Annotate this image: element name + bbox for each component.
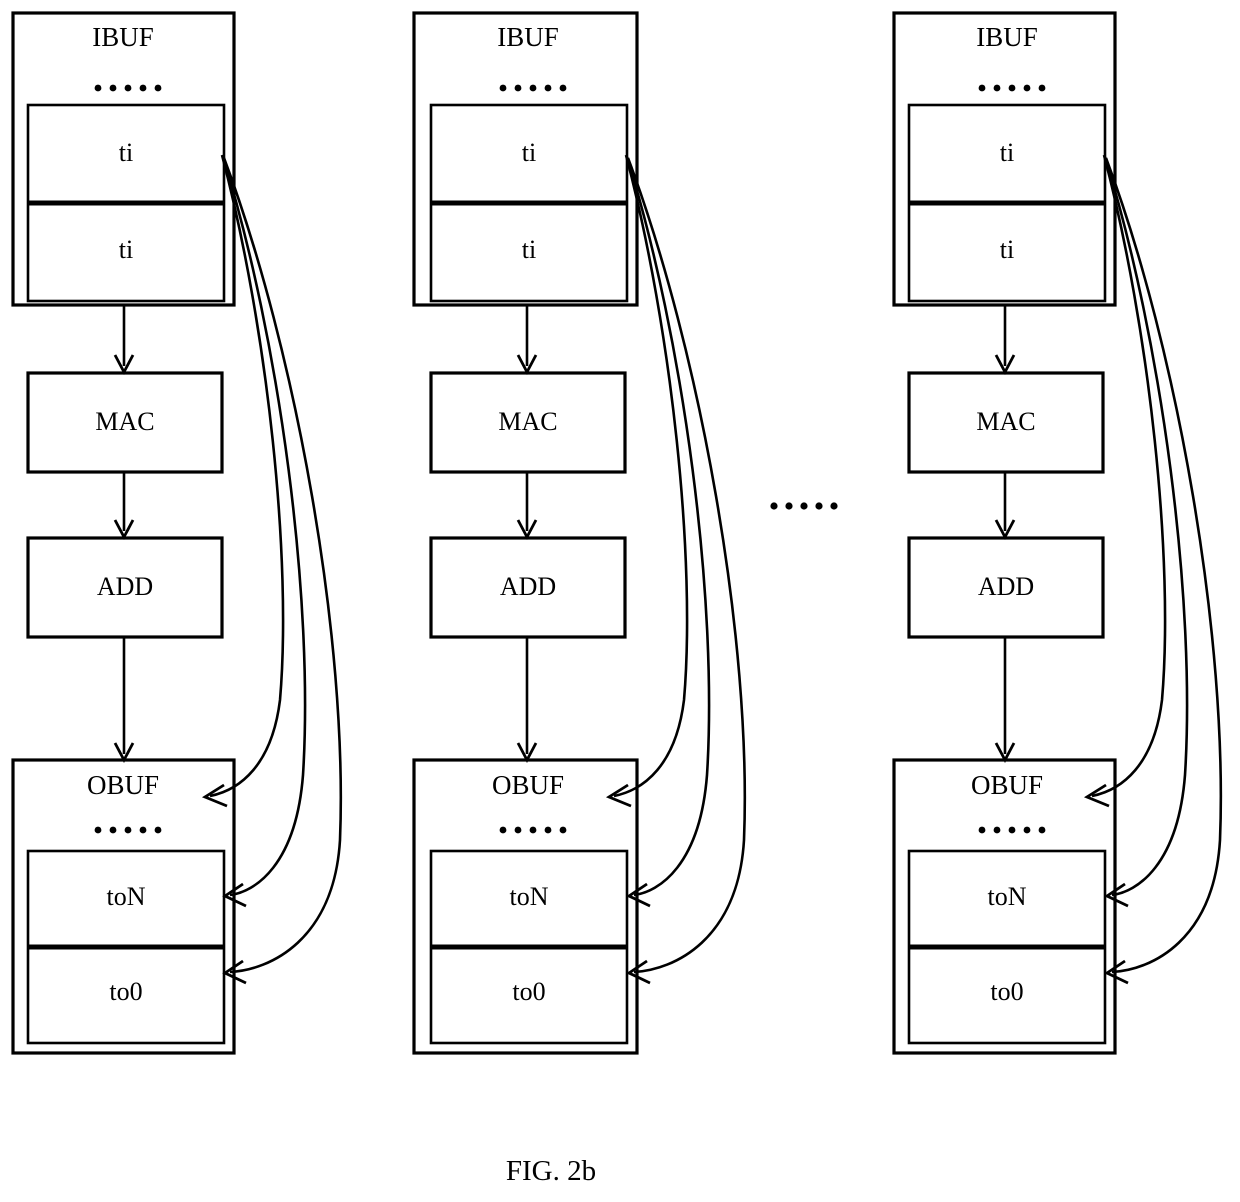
column-1: IBUF ti ti MAC ADD OBUF toN to0	[11, 11, 343, 1055]
obuf-slot-to0-2: to0	[512, 977, 545, 1006]
add-label-3: ADD	[978, 572, 1034, 601]
figure-caption: FIG. 2b	[506, 1155, 596, 1187]
column-2: IBUF ti ti MAC ADD OBUF toN to0	[412, 11, 747, 1055]
ibuf-slot-top-3: ti	[1000, 138, 1014, 167]
obuf-slot-ton-3: toN	[988, 882, 1027, 911]
mac-label-1: MAC	[95, 407, 154, 436]
obuf-ellipsis-2	[499, 826, 567, 834]
figure-page: IBUF ti ti MAC ADD OBUF toN to0 IBUF ti …	[0, 0, 1240, 1202]
column-3: IBUF ti ti MAC ADD OBUF toN to0	[892, 11, 1223, 1055]
ibuf-slot-top-1: ti	[119, 138, 133, 167]
ibuf-title-3: IBUF	[976, 22, 1038, 52]
feedback-curve-to-obuf-1	[209, 154, 285, 798]
obuf-title-2: OBUF	[492, 770, 564, 800]
ibuf-title-1: IBUF	[92, 22, 154, 52]
obuf-ellipsis-3	[978, 826, 1046, 834]
ibuf-ellipsis-3	[978, 84, 1046, 92]
obuf-ellipsis-1	[94, 826, 162, 834]
mac-label-2: MAC	[498, 407, 557, 436]
feedback-curve-to-ton-3	[1103, 156, 1189, 897]
obuf-slot-to0-1: to0	[109, 977, 142, 1006]
ibuf-slot-bottom-3: ti	[1000, 235, 1014, 264]
columns-continuation-ellipsis	[770, 502, 838, 510]
ibuf-ellipsis-2	[499, 84, 567, 92]
dataflow-diagram: IBUF ti ti MAC ADD OBUF toN to0 IBUF ti …	[11, 11, 1223, 1187]
feedback-curve-to-obuf-2	[613, 154, 689, 798]
ibuf-slot-bottom-2: ti	[522, 235, 536, 264]
obuf-slot-to0-3: to0	[990, 977, 1023, 1006]
obuf-slot-ton-1: toN	[107, 882, 146, 911]
obuf-title-3: OBUF	[971, 770, 1043, 800]
add-label-2: ADD	[500, 572, 556, 601]
ibuf-slot-top-2: ti	[522, 138, 536, 167]
obuf-title-1: OBUF	[87, 770, 159, 800]
obuf-slot-ton-2: toN	[510, 882, 549, 911]
mac-label-3: MAC	[976, 407, 1035, 436]
add-label-1: ADD	[97, 572, 153, 601]
feedback-curve-to-ton-2	[625, 156, 711, 897]
ibuf-slot-bottom-1: ti	[119, 235, 133, 264]
ibuf-ellipsis-1	[94, 84, 162, 92]
feedback-curve-to-obuf-3	[1091, 154, 1167, 798]
ibuf-title-2: IBUF	[497, 22, 559, 52]
